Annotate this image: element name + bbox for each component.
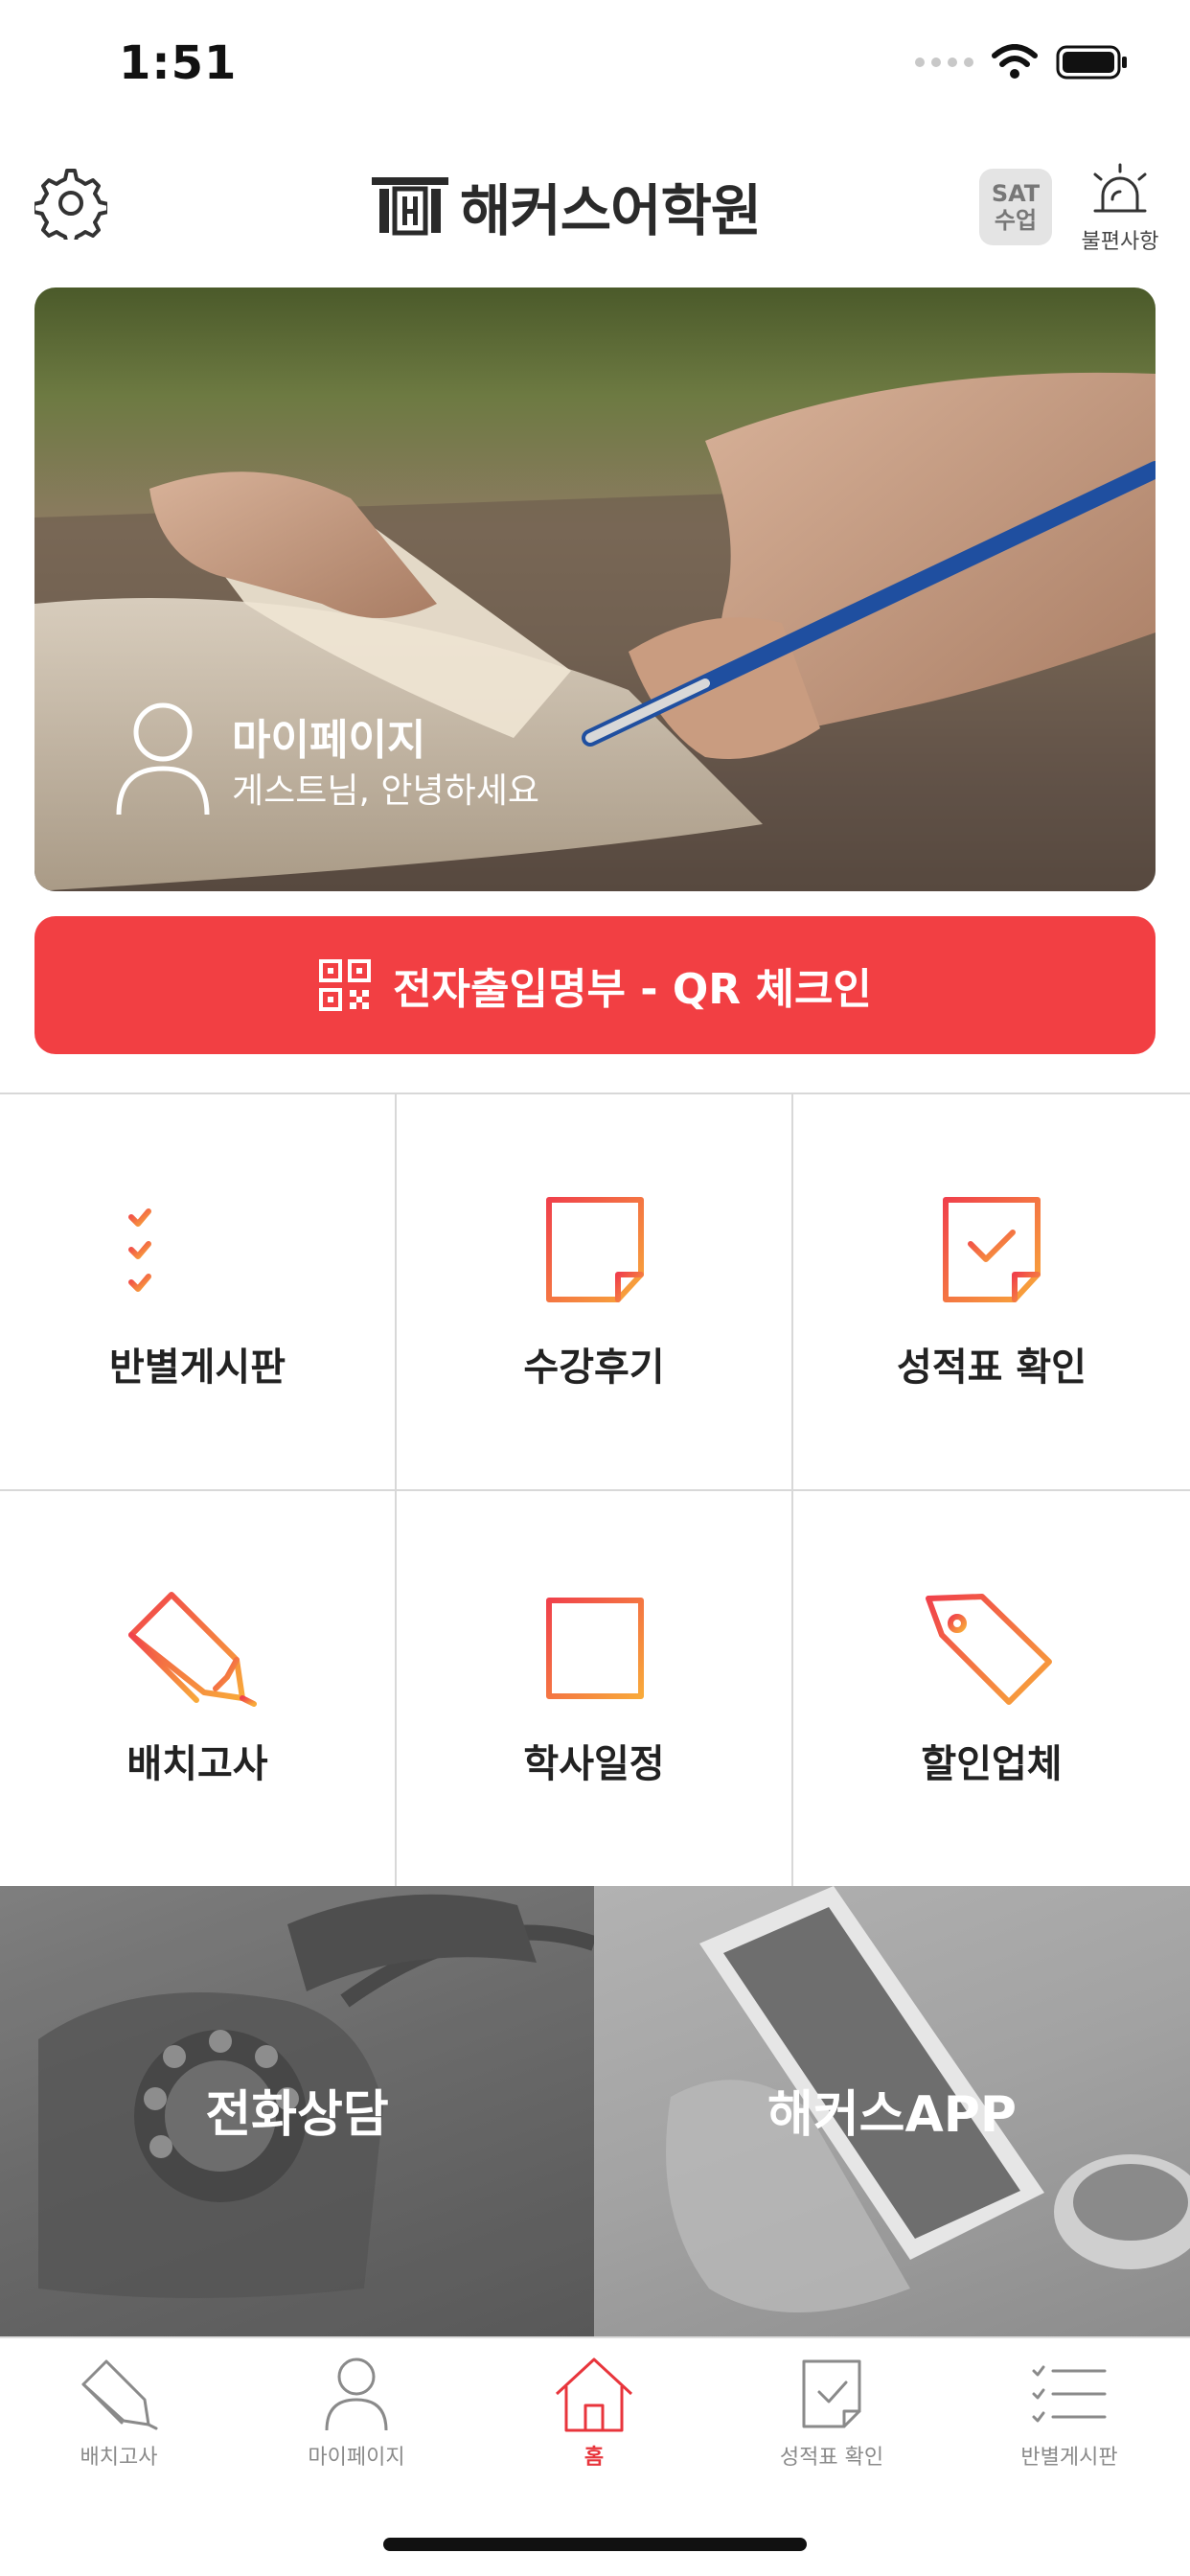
alarm-light-icon	[1093, 163, 1147, 213]
complaint-button[interactable]: 불편사항	[1077, 163, 1163, 255]
checklist-icon	[128, 1208, 244, 1292]
menu-grid: 반별게시판 수강후기 성적표 확인 배치고사 학사일정 할인업체	[0, 1092, 1190, 1888]
status-bar: 1:51	[0, 0, 1190, 125]
tab-label: 마이페이지	[308, 2446, 405, 2470]
app-header: 해커스어학원 SAT 수업 불편사항	[0, 153, 1190, 259]
signal-icon	[915, 58, 973, 67]
logo-emblem-icon	[372, 177, 448, 236]
document-icon	[546, 1197, 644, 1302]
home-indicator[interactable]	[383, 2538, 807, 2551]
person-icon	[325, 2358, 388, 2431]
pencil-icon	[128, 1592, 257, 1707]
hackers-app-label: 해커스APP	[767, 2086, 1017, 2144]
menu-placement-test[interactable]: 배치고사	[0, 1491, 397, 1888]
qr-checkin-label: 전자출입명부 - QR 체크인	[393, 965, 872, 1014]
menu-class-board[interactable]: 반별게시판	[0, 1094, 397, 1491]
mypage-banner[interactable]: 마이페이지 게스트님, 안녕하세요	[34, 288, 1156, 891]
menu-academic-calendar[interactable]: 학사일정	[397, 1491, 793, 1888]
tab-home[interactable]: 홈	[475, 2356, 713, 2471]
phone-consult-label: 전화상담	[205, 2086, 389, 2144]
gear-icon[interactable]	[34, 167, 107, 240]
menu-label: 배치고사	[126, 1742, 268, 1786]
qr-code-icon	[319, 959, 372, 1011]
profile-icon	[116, 702, 210, 816]
menu-course-review[interactable]: 수강후기	[397, 1094, 793, 1491]
tab-placement-test[interactable]: 배치고사	[0, 2356, 238, 2471]
tab-label: 성적표 확인	[779, 2446, 884, 2470]
phone-consult-tile[interactable]: 전화상담	[0, 1886, 594, 2336]
brand-logo: 해커스어학원	[372, 172, 762, 243]
tag-icon	[926, 1594, 1052, 1705]
menu-label: 반별게시판	[109, 1346, 286, 1390]
status-time: 1:51	[119, 36, 238, 90]
tab-report-card[interactable]: 성적표 확인	[713, 2356, 950, 2471]
mypage-title: 마이페이지	[232, 716, 426, 765]
report-check-icon	[943, 1197, 1041, 1302]
menu-report-card[interactable]: 성적표 확인	[793, 1094, 1190, 1491]
menu-discount-partners[interactable]: 할인업체	[793, 1491, 1190, 1888]
greeting-text: 게스트님, 안녕하세요	[232, 771, 539, 811]
sat-class-button[interactable]: SAT 수업	[979, 169, 1052, 245]
report-check-icon	[802, 2359, 861, 2428]
complaint-label: 불편사항	[1081, 230, 1159, 254]
calendar-icon	[546, 1588, 644, 1699]
menu-label: 성적표 확인	[897, 1346, 1087, 1390]
tab-label: 배치고사	[80, 2446, 158, 2470]
tab-class-board[interactable]: 반별게시판	[950, 2356, 1188, 2471]
tab-label: 반별게시판	[1020, 2446, 1118, 2470]
hackers-app-tile[interactable]: 해커스APP	[594, 1886, 1190, 2336]
tab-label: 홈	[584, 2446, 605, 2470]
checklist-icon	[1032, 2365, 1107, 2423]
menu-label: 학사일정	[523, 1742, 665, 1786]
logo-title: 해커스어학원	[460, 178, 762, 243]
wifi-icon	[992, 44, 1038, 79]
home-icon	[555, 2358, 633, 2432]
menu-label: 할인업체	[921, 1742, 1063, 1786]
battery-icon	[1056, 45, 1127, 80]
status-icons	[915, 44, 1129, 80]
qr-checkin-button[interactable]: 전자출입명부 - QR 체크인	[34, 916, 1156, 1054]
sat-line2: 수업	[994, 207, 1038, 234]
pencil-icon	[81, 2359, 158, 2430]
sat-line1: SAT	[991, 180, 1041, 207]
tab-mypage[interactable]: 마이페이지	[238, 2356, 475, 2471]
menu-label: 수강후기	[523, 1346, 665, 1390]
